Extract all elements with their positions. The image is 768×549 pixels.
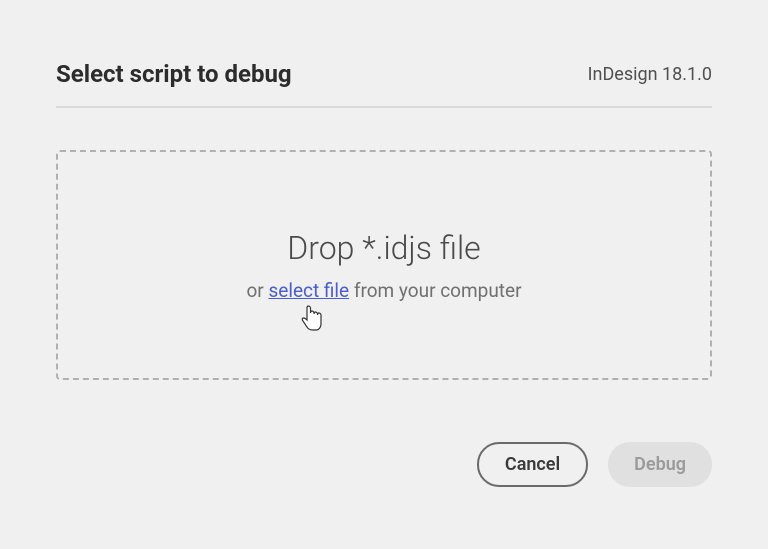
file-dropzone[interactable]: Drop *.idjs file or select file from you… xyxy=(56,150,712,380)
select-file-link[interactable]: select file xyxy=(268,279,349,302)
header-separator xyxy=(56,106,712,108)
debug-button: Debug xyxy=(608,442,712,487)
cancel-button[interactable]: Cancel xyxy=(477,442,588,487)
dropzone-suffix: from your computer xyxy=(349,279,521,302)
dialog-header: Select script to debug InDesign 18.1.0 xyxy=(0,0,768,106)
select-script-dialog: Select script to debug InDesign 18.1.0 D… xyxy=(0,0,768,487)
dialog-title: Select script to debug xyxy=(56,60,292,88)
version-label: InDesign 18.1.0 xyxy=(588,64,712,85)
dialog-footer: Cancel Debug xyxy=(0,380,768,487)
dropzone-subtitle: or select file from your computer xyxy=(246,279,521,302)
dropzone-prefix: or xyxy=(246,279,268,302)
dropzone-main-text: Drop *.idjs file xyxy=(287,229,480,267)
